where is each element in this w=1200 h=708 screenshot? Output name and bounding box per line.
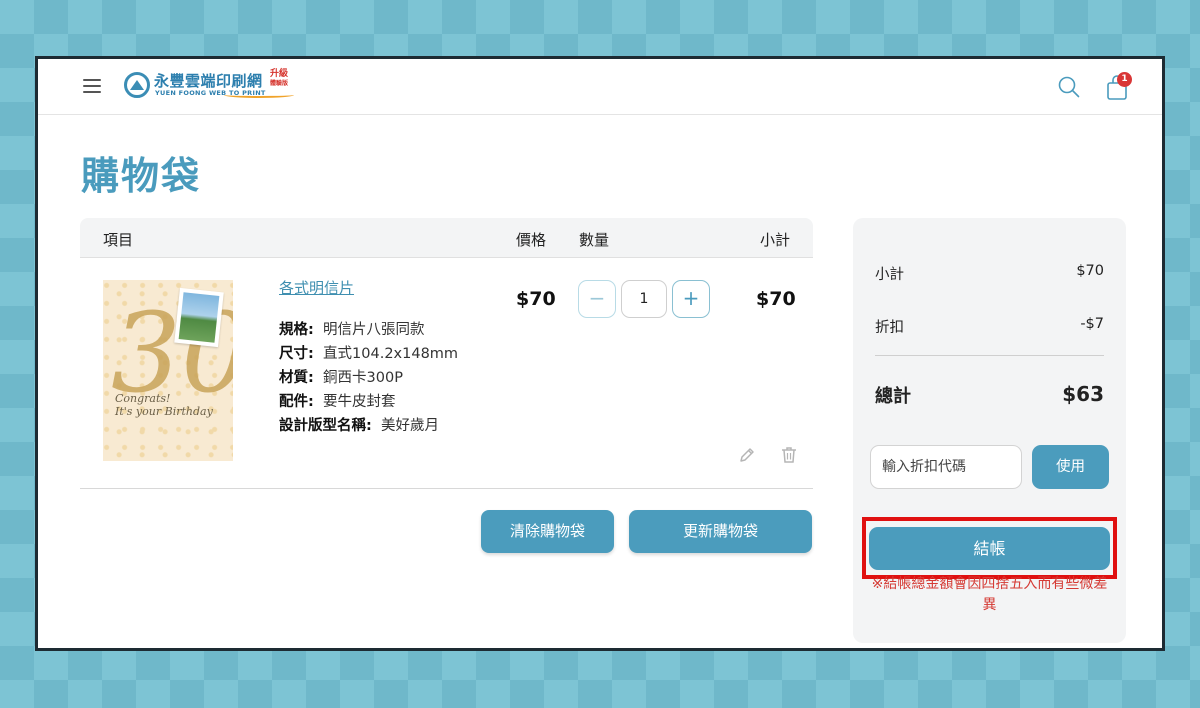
- logo-name: 永豐雲端印刷網: [154, 72, 263, 90]
- rounding-note: ※結帳總金額會因四捨五入而有些微差異: [871, 576, 1108, 613]
- spec-value: 明信片八張同款: [323, 322, 425, 338]
- browser-window: 永豐雲端印刷網 YUEN FOONG WEB TO PRINT 升級 體驗版 1…: [35, 56, 1165, 651]
- decrease-qty-button[interactable]: −: [578, 280, 616, 318]
- pencil-icon[interactable]: [738, 446, 756, 464]
- summary-subtotal-value: $70: [1076, 263, 1104, 279]
- summary-total: 總計 $63: [875, 382, 1104, 408]
- checkout-highlight: 結帳: [862, 517, 1117, 579]
- header-subtotal: 小計: [760, 231, 791, 249]
- table-row: 30 Congrats! It's your Birthday 各式明信片 規格…: [80, 258, 813, 489]
- summary-subtotal-label: 小計: [875, 267, 904, 283]
- spec-line: 規格: 明信片八張同款: [279, 318, 458, 342]
- thumbnail-photo: [174, 287, 224, 348]
- checkout-button[interactable]: 結帳: [869, 527, 1110, 570]
- spec-line: 材質: 銅西卡300P: [279, 366, 458, 390]
- spec-label: 配件:: [279, 394, 314, 410]
- header-item: 項目: [103, 231, 134, 249]
- quantity-input[interactable]: [621, 280, 667, 318]
- update-cart-button[interactable]: 更新購物袋: [629, 510, 812, 553]
- coupon-code-input[interactable]: [870, 445, 1022, 489]
- logo-mountain-icon: [124, 72, 150, 98]
- cart-table: 項目 價格 數量 小計 30 Congrats! It's your Birth…: [80, 218, 813, 489]
- spec-label: 尺寸:: [279, 346, 314, 362]
- summary-divider: [875, 355, 1104, 356]
- trash-icon[interactable]: [780, 446, 798, 464]
- shopping-bag-icon[interactable]: 1: [1105, 72, 1135, 102]
- spec-value: 美好歲月: [381, 418, 440, 434]
- header-qty: 數量: [579, 231, 610, 249]
- thumbnail-script: Congrats! It's your Birthday: [115, 392, 213, 418]
- item-subtotal: $70: [756, 288, 796, 310]
- product-thumbnail[interactable]: 30 Congrats! It's your Birthday: [103, 280, 233, 461]
- item-price: $70: [516, 288, 556, 310]
- logo-swoosh: [224, 92, 294, 98]
- spec-line: 配件: 要牛皮封套: [279, 390, 458, 414]
- logo-badge-bottom: 體驗版: [270, 80, 289, 87]
- product-name-link[interactable]: 各式明信片: [279, 277, 354, 298]
- product-specs: 規格: 明信片八張同款 尺寸: 直式104.2x148mm 材質: 銅西卡300…: [279, 318, 458, 438]
- clear-cart-button[interactable]: 清除購物袋: [481, 510, 614, 553]
- summary-discount-label: 折扣: [875, 320, 904, 336]
- spec-label: 設計版型名稱:: [279, 418, 372, 434]
- summary-subtotal: 小計 $70: [875, 263, 1104, 284]
- search-icon[interactable]: [1058, 76, 1080, 98]
- spec-value: 直式104.2x148mm: [323, 346, 459, 362]
- increase-qty-button[interactable]: +: [672, 280, 710, 318]
- summary-total-label: 總計: [875, 386, 911, 407]
- header-price: 價格: [516, 231, 547, 249]
- site-logo[interactable]: 永豐雲端印刷網 YUEN FOONG WEB TO PRINT 升級 體驗版: [124, 70, 299, 102]
- spec-label: 規格:: [279, 322, 314, 338]
- table-header: 項目 價格 數量 小計: [80, 218, 813, 258]
- spec-line: 尺寸: 直式104.2x148mm: [279, 342, 458, 366]
- quantity-stepper: − +: [578, 280, 712, 318]
- site-header: 永豐雲端印刷網 YUEN FOONG WEB TO PRINT 升級 體驗版 1: [38, 59, 1162, 115]
- thumbnail-script-1: Congrats!: [115, 392, 171, 405]
- summary-total-value: $63: [1062, 382, 1104, 406]
- apply-coupon-button[interactable]: 使用: [1032, 445, 1109, 489]
- order-summary: 小計 $70 折扣 -$7 總計 $63 使用 結帳 ※結帳總金額會因四捨五入而…: [853, 218, 1126, 643]
- menu-icon[interactable]: [83, 79, 101, 95]
- cart-count-badge: 1: [1117, 72, 1132, 87]
- spec-value: 要牛皮封套: [323, 394, 396, 410]
- logo-badge-top: 升級: [270, 69, 289, 79]
- spec-value: 銅西卡300P: [323, 370, 403, 386]
- summary-discount: 折扣 -$7: [875, 316, 1104, 337]
- page-title: 購物袋: [81, 154, 202, 198]
- summary-discount-value: -$7: [1080, 316, 1104, 332]
- spec-label: 材質:: [279, 370, 314, 386]
- spec-line: 設計版型名稱: 美好歲月: [279, 414, 458, 438]
- thumbnail-script-2: It's your Birthday: [115, 405, 213, 418]
- logo-badge: 升級 體驗版: [270, 70, 288, 88]
